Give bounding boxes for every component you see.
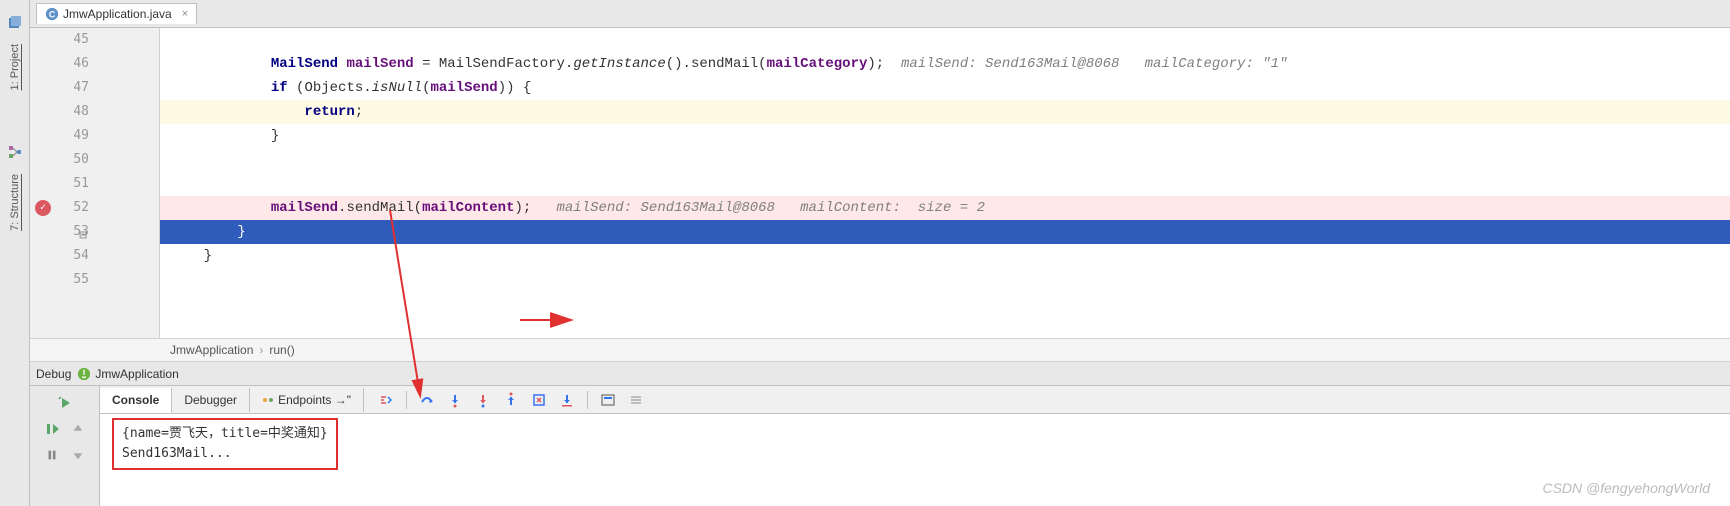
- project-tool-label[interactable]: 1: Project: [9, 44, 21, 90]
- spring-boot-icon: [77, 367, 91, 381]
- step-out-icon[interactable]: [499, 388, 523, 412]
- code-line: [160, 28, 1730, 52]
- up-arrow-button[interactable]: [69, 420, 87, 438]
- gutter-line: 50: [30, 148, 89, 172]
- gutter-line: 55: [30, 268, 89, 292]
- pause-button[interactable]: [43, 446, 61, 464]
- breadcrumb[interactable]: JmwApplication › run(): [30, 338, 1730, 362]
- code-line: if (Objects.isNull(mailSend)) {: [160, 76, 1730, 100]
- debug-tabs: Console Debugger Endpoints →": [100, 386, 1730, 414]
- java-class-icon: C: [45, 7, 59, 21]
- debug-toolbar: [364, 388, 648, 412]
- gutter[interactable]: 45 46 47 48 49 50 51 52 53⊟ 54 55: [30, 28, 160, 338]
- console-highlight-box: {name=贾飞天，title=中奖通知} Send163Mail...: [112, 418, 338, 470]
- force-step-into-icon[interactable]: [471, 388, 495, 412]
- content-area: C JmwApplication.java × 45 46 47 48 49 5…: [30, 0, 1730, 506]
- debug-right-area: Console Debugger Endpoints →": [100, 386, 1730, 506]
- debug-label: Debug: [36, 367, 71, 381]
- evaluate-icon[interactable]: [596, 388, 620, 412]
- drop-frame-icon[interactable]: [527, 388, 551, 412]
- code-line: MailSend mailSend = MailSendFactory.getI…: [160, 52, 1730, 76]
- rerun-button[interactable]: [56, 394, 74, 412]
- gutter-line: 46: [30, 52, 89, 76]
- code-line: return;: [160, 100, 1730, 124]
- debug-panel: Console Debugger Endpoints →": [30, 386, 1730, 506]
- code-line-selected: }: [160, 220, 1730, 244]
- step-filter-icon[interactable]: [374, 388, 398, 412]
- gutter-line: 45: [30, 28, 89, 52]
- resume-button[interactable]: [43, 420, 61, 438]
- code-line: [160, 172, 1730, 196]
- editor-tabs-bar: C JmwApplication.java ×: [30, 0, 1730, 28]
- debug-left-toolbar: [30, 386, 100, 506]
- debug-header: Debug JmwApplication: [30, 362, 1730, 386]
- code-line: }: [160, 244, 1730, 268]
- gutter-line: 49: [30, 124, 89, 148]
- debugger-tab[interactable]: Debugger: [172, 388, 250, 412]
- editor-pane: 45 46 47 48 49 50 51 52 53⊟ 54 55 MailSe…: [30, 28, 1730, 338]
- code-area[interactable]: MailSend mailSend = MailSendFactory.getI…: [160, 28, 1730, 338]
- code-line-current: mailSend.sendMail(mailContent); mailSend…: [160, 196, 1730, 220]
- code-line: [160, 268, 1730, 292]
- breakpoint-check-icon[interactable]: [35, 200, 51, 216]
- gutter-line: 54: [30, 244, 89, 268]
- gutter-line: 52: [30, 196, 89, 220]
- breadcrumb-class[interactable]: JmwApplication: [170, 343, 253, 357]
- breadcrumb-separator: ›: [259, 343, 263, 357]
- down-arrow-button[interactable]: [69, 446, 87, 464]
- endpoints-icon: [262, 394, 274, 406]
- console-output[interactable]: {name=贾飞天，title=中奖通知} Send163Mail...: [100, 414, 1730, 506]
- step-into-icon[interactable]: [443, 388, 467, 412]
- gutter-line: 51: [30, 172, 89, 196]
- left-tool-sidebar: 1: Project 7: Structure: [0, 0, 30, 506]
- console-line: {name=贾飞天，title=中奖通知}: [122, 424, 328, 444]
- structure-tool-icon[interactable]: [7, 144, 23, 160]
- console-line: Send163Mail...: [122, 444, 328, 464]
- run-to-cursor-icon[interactable]: [555, 388, 579, 412]
- console-tab[interactable]: Console: [100, 388, 172, 413]
- gutter-line: 53⊟: [30, 220, 89, 244]
- editor-tab[interactable]: C JmwApplication.java ×: [36, 3, 197, 24]
- svg-text:C: C: [49, 10, 56, 20]
- code-line: }: [160, 124, 1730, 148]
- trace-icon[interactable]: [624, 388, 648, 412]
- gutter-line: 48: [30, 100, 89, 124]
- code-line: [160, 148, 1730, 172]
- gutter-line: 47: [30, 76, 89, 100]
- debug-config-name[interactable]: JmwApplication: [95, 367, 178, 381]
- project-tool-icon[interactable]: [7, 14, 23, 30]
- structure-tool-label[interactable]: 7: Structure: [9, 174, 21, 231]
- watermark: CSDN @fengyehongWorld: [1542, 480, 1710, 496]
- tab-close-icon[interactable]: ×: [182, 8, 188, 20]
- step-over-icon[interactable]: [415, 388, 439, 412]
- endpoints-tab[interactable]: Endpoints →": [250, 388, 364, 412]
- breadcrumb-method[interactable]: run(): [269, 343, 294, 357]
- tab-filename: JmwApplication.java: [63, 7, 172, 21]
- collapse-icon[interactable]: ⊟: [73, 224, 87, 238]
